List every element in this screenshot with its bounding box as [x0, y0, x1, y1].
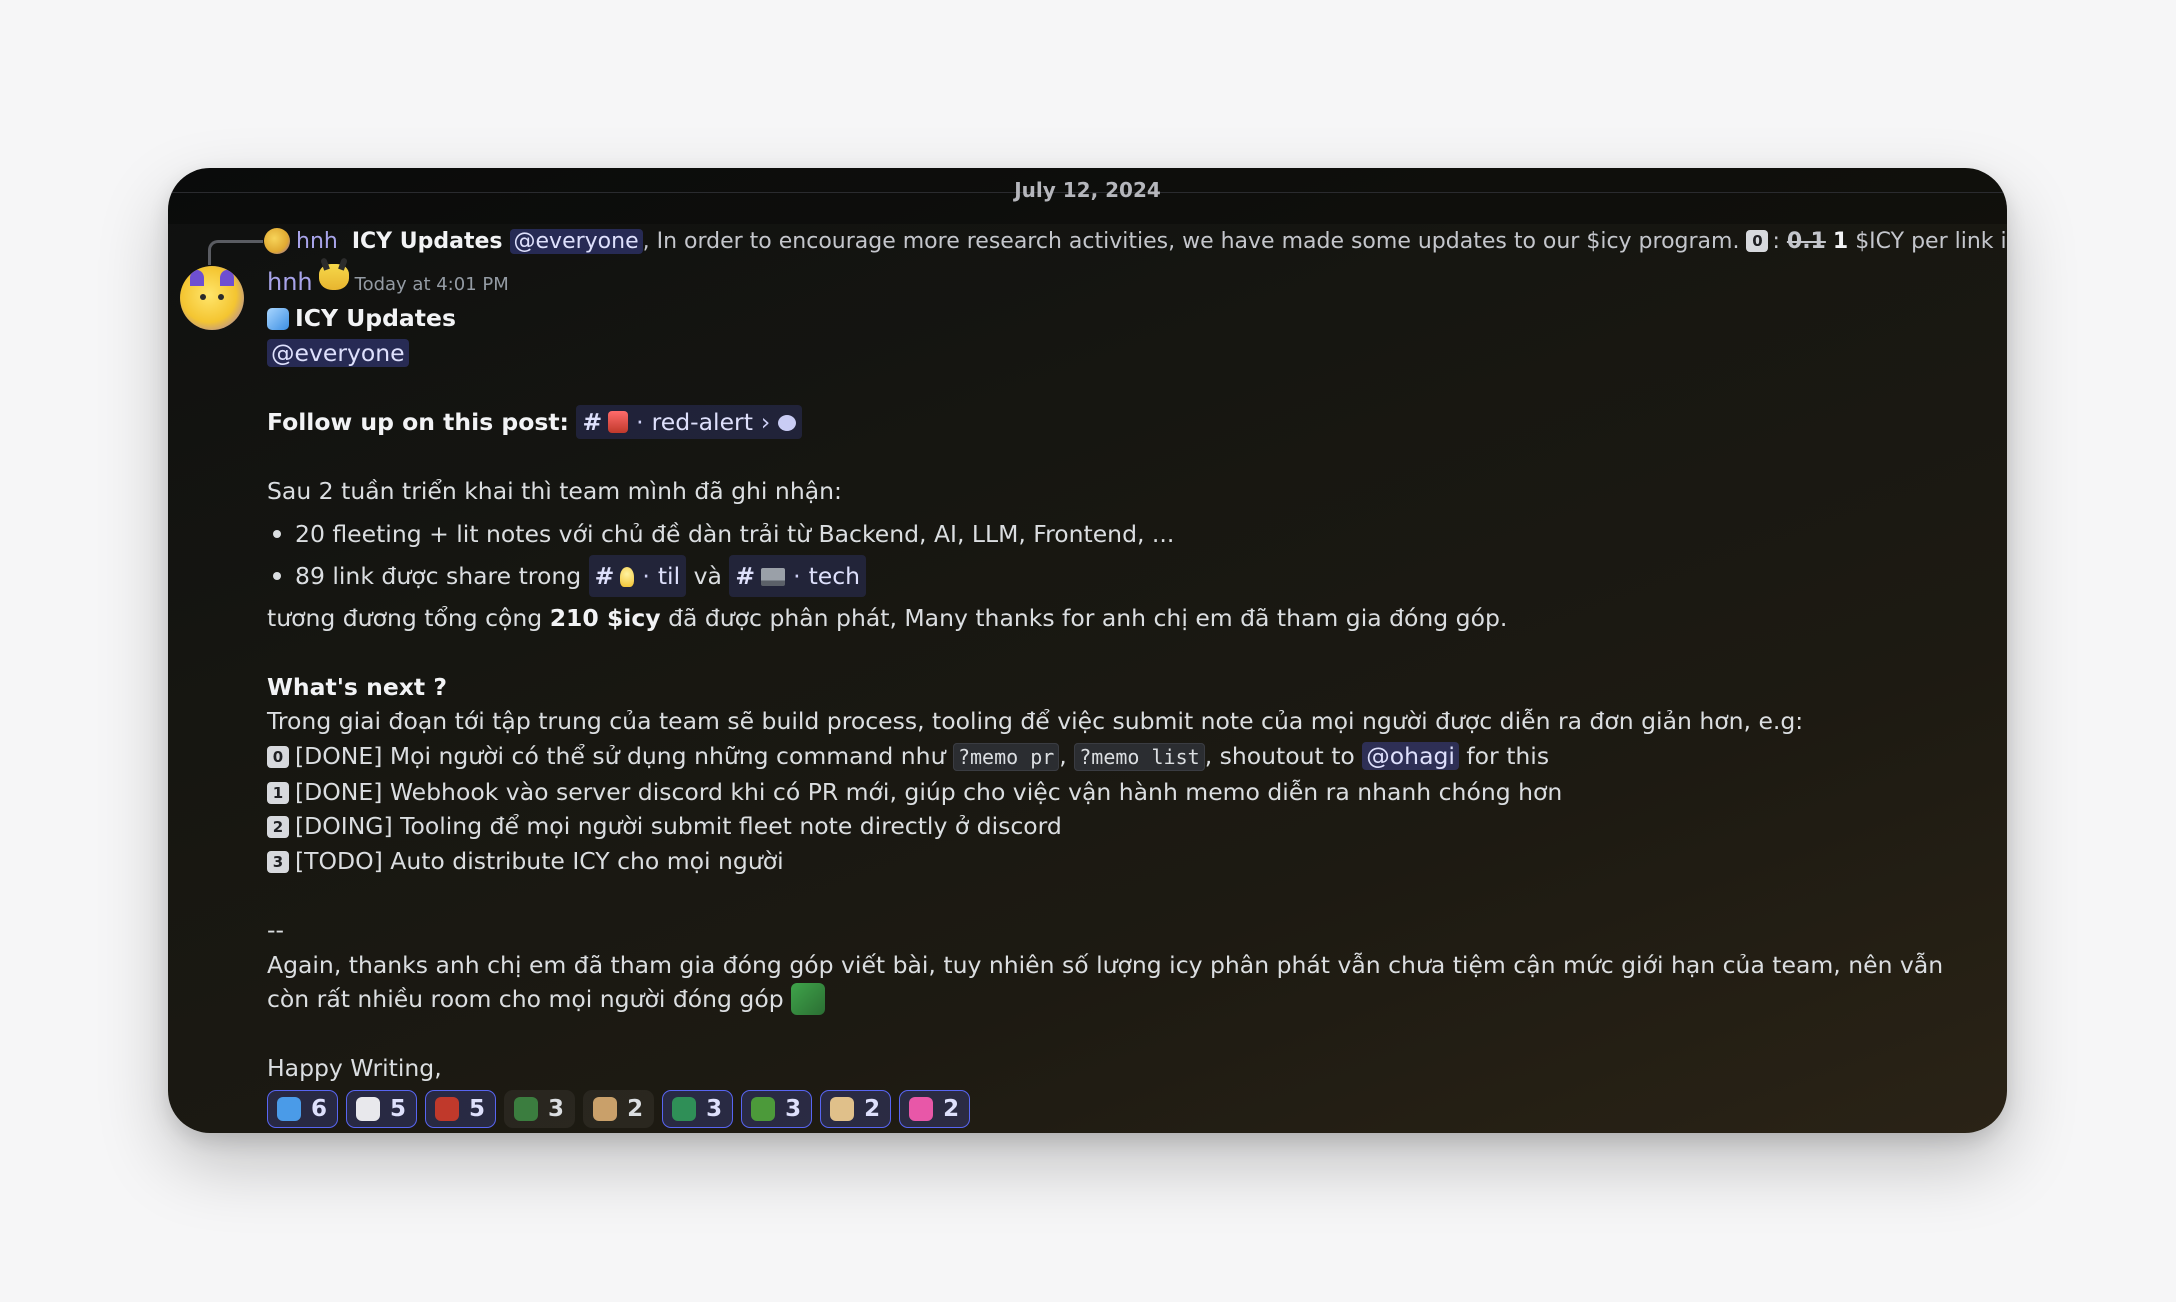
next-intro: Trong giai đoạn tới tập trung của team s… [267, 707, 1804, 736]
figure-icon [514, 1096, 539, 1121]
channel-tech[interactable]: # · tech [729, 554, 867, 597]
message-header: hnh Today at 4:01 PM [267, 264, 1947, 301]
siren-icon [608, 410, 629, 433]
reaction-count: 2 [864, 1095, 881, 1122]
reaction-button[interactable]: 6 [267, 1089, 339, 1128]
next-heading: What's next ? [267, 672, 447, 701]
closing-text: Again, thanks anh chị em đã tham gia đón… [267, 950, 1944, 1016]
keycap-icon: 0 [1746, 230, 1769, 252]
reaction-count: 5 [390, 1095, 407, 1122]
step-3: 3 [TODO] Auto distribute ICY cho mọi ngườ… [267, 844, 1947, 879]
stonks-icon [791, 983, 826, 1016]
heart-face-icon [909, 1096, 934, 1121]
date-divider: July 12, 2024 [168, 168, 2007, 224]
step-1: 1 [DONE] Webhook vào server discord khi c… [267, 775, 1947, 810]
lightbulb-icon [620, 566, 635, 587]
picture-icon [672, 1096, 697, 1121]
separator: -- [267, 915, 284, 944]
reply-text: , In order to encourage more research ac… [642, 228, 1740, 254]
summary-text: tương đương tổng cộng 210 $icy đã được p… [267, 603, 1508, 632]
keycap-3-icon: 3 [267, 850, 289, 873]
message-card: July 12, 2024 hnh ICY Updates @everyone … [168, 168, 2007, 1133]
reaction-count: 3 [706, 1095, 723, 1122]
thread-icon [778, 414, 797, 431]
pikachu-icon [318, 264, 349, 290]
message-body: hnh Today at 4:01 PM ICY Updates @everyo… [267, 264, 1947, 1128]
intro-text: Sau 2 tuần triển khai thì team mình đã g… [267, 476, 842, 505]
laptop-icon [761, 567, 786, 586]
stats-list: 20 fleeting + lit notes với chủ đề dàn t… [267, 513, 1947, 597]
command-memo-pr: ?memo pr [952, 742, 1060, 771]
username[interactable]: hnh [267, 266, 313, 298]
keycap-1-icon: 1 [267, 781, 289, 804]
reaction-count: 6 [311, 1095, 328, 1122]
reply-old-value: 0.1 [1786, 228, 1826, 254]
channel-til[interactable]: # · til [588, 554, 687, 597]
followup-label: Follow up on this post: [267, 407, 569, 436]
reaction-button[interactable]: 3 [741, 1089, 813, 1128]
avatar[interactable] [180, 266, 244, 330]
reaction-count: 2 [943, 1095, 960, 1122]
pepe-icon [751, 1096, 776, 1121]
keycap-2-icon: 2 [267, 816, 289, 839]
reply-connector [208, 240, 263, 265]
reply-new-value: 1 [1832, 228, 1849, 254]
everyone-mention[interactable]: @everyone [267, 338, 409, 367]
reaction-count: 3 [548, 1095, 565, 1122]
mention-line: @everyone [267, 336, 1947, 371]
reaction-button[interactable]: 3 [662, 1089, 734, 1128]
signoff: Happy Writing, [267, 1054, 442, 1083]
ice-cube-icon [277, 1096, 301, 1121]
reaction-count: 2 [627, 1095, 644, 1122]
date-label: July 12, 2024 [1014, 178, 1161, 202]
reaction-button[interactable]: 5 [425, 1089, 497, 1128]
reactions-row: 6 5 5 3 2 3 3 2 2 [267, 1089, 1947, 1128]
reaction-button[interactable]: 2 [820, 1089, 892, 1128]
message-title: ICY Updates [267, 301, 1947, 336]
hand-icon [830, 1096, 855, 1121]
reply-avatar[interactable] [264, 228, 290, 254]
reaction-button[interactable]: 2 [899, 1089, 971, 1128]
reply-author[interactable]: hnh [296, 229, 338, 254]
face-icon [593, 1096, 618, 1121]
ohagi-mention[interactable]: @ohagi [1362, 741, 1459, 770]
reply-preview[interactable]: hnh ICY Updates @everyone , In order to … [264, 225, 2007, 257]
reaction-button[interactable]: 5 [346, 1089, 418, 1128]
step-2: 2 [DOING] Tooling để mọi người submit fle… [267, 809, 1947, 844]
thumbs-up-icon [356, 1096, 381, 1121]
list-item: 89 link được share trong # · til và # · tech [267, 554, 1947, 597]
step-0: 0 [DONE] Mọi người có thể sử dụng những c… [267, 739, 1947, 775]
reaction-count: 5 [469, 1095, 486, 1122]
keycap-0-icon: 0 [267, 745, 289, 768]
reply-colon: : [1772, 228, 1780, 254]
party-icon [435, 1096, 460, 1121]
reaction-button[interactable]: 2 [583, 1089, 655, 1128]
channel-red-alert[interactable]: # · red-alert › [576, 404, 803, 440]
ice-cube-icon [267, 308, 289, 330]
reply-title: ICY Updates [351, 228, 503, 254]
list-item: 20 fleeting + lit notes với chủ đề dàn t… [267, 513, 1947, 555]
reply-per-link: $ICY per link in [1855, 228, 2007, 254]
reaction-button[interactable]: 3 [504, 1089, 576, 1128]
command-memo-list: ?memo list [1074, 742, 1205, 771]
reaction-count: 3 [785, 1095, 802, 1122]
reply-mention[interactable]: @everyone [509, 228, 643, 254]
timestamp[interactable]: Today at 4:01 PM [355, 269, 509, 301]
summary-amount: 210 $icy [549, 603, 661, 632]
followup-line: Follow up on this post: # · red-alert › [267, 404, 1947, 440]
